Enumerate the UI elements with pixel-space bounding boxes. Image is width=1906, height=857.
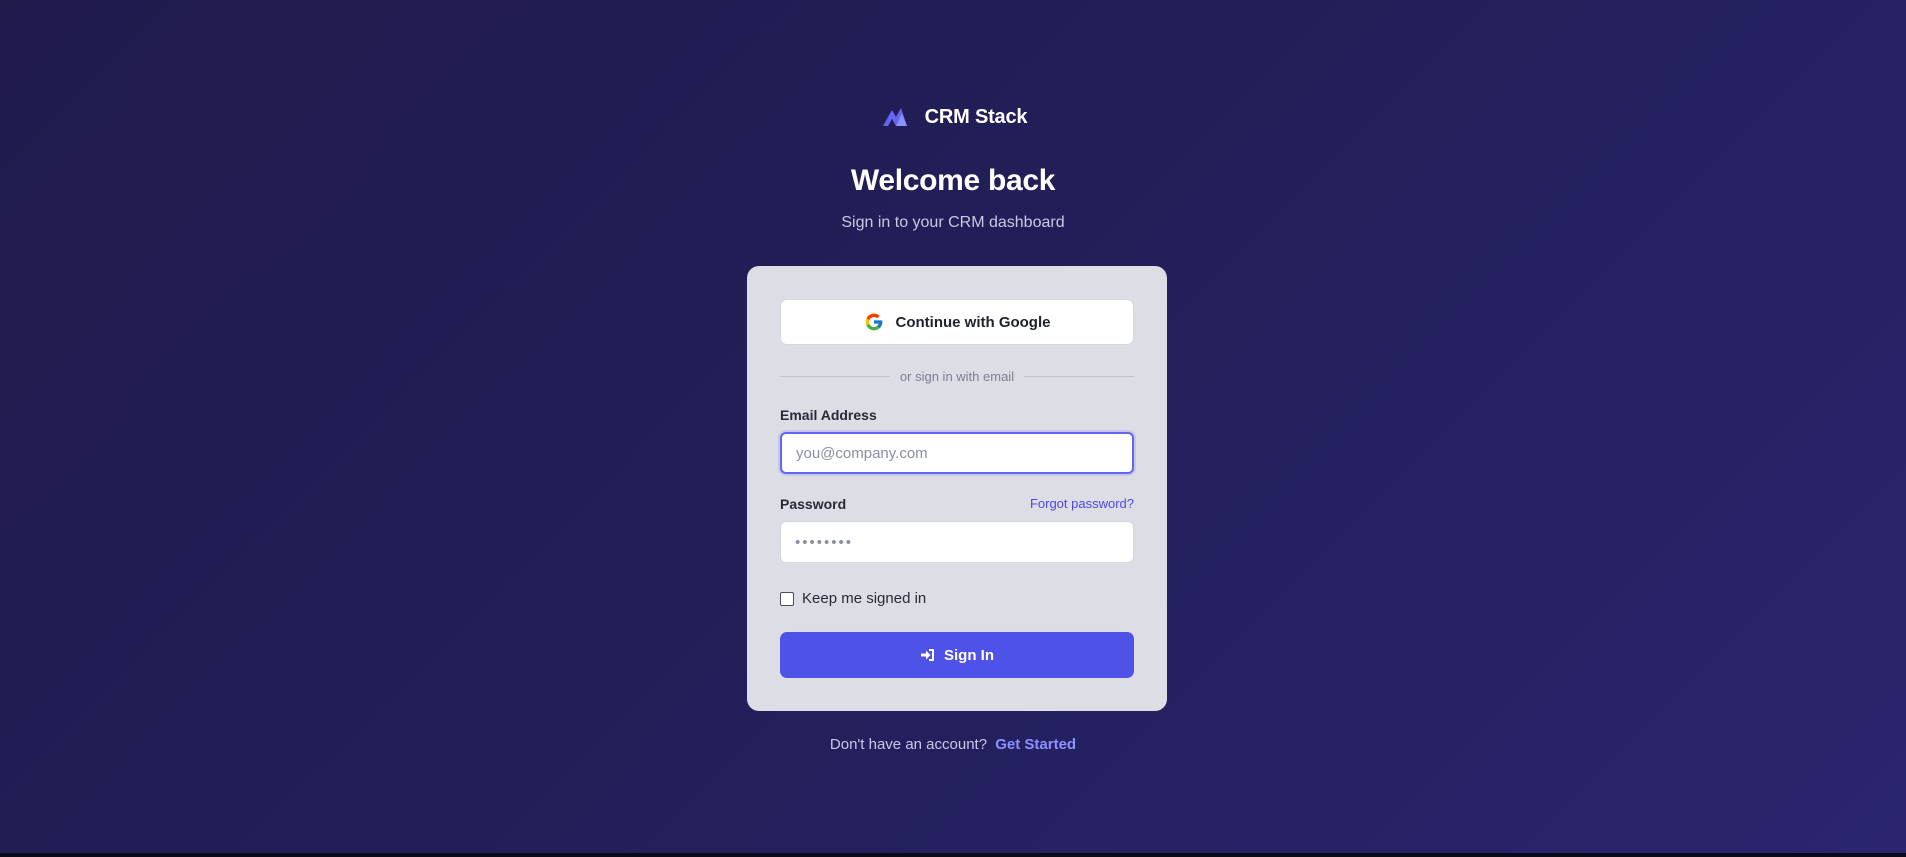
google-button-label: Continue with Google [895,313,1051,331]
keep-signed-in-option[interactable]: Keep me signed in [780,590,926,607]
get-started-link[interactable]: Get Started [995,736,1076,753]
brand-header: CRM Stack [0,104,1906,130]
forgot-password-link[interactable]: Forgot password? [1030,496,1134,511]
signup-prompt-text: Don't have an account? [829,736,988,753]
signup-prompt: Don't have an account? Get Started [0,736,1906,753]
page-title: Welcome back [850,164,1056,197]
email-field[interactable] [780,432,1134,474]
email-label: Email Address [780,407,877,423]
crm-stack-logo-icon [879,104,913,130]
google-icon [864,312,884,332]
divider-line-left [780,375,890,377]
continue-with-google-button[interactable]: Continue with Google [780,299,1134,345]
brand-name: CRM Stack [924,105,1028,128]
sign-in-icon [920,647,936,663]
password-label: Password [780,496,847,512]
sign-in-label: Sign In [944,646,994,664]
login-card: Continue with Google or sign in with ema… [747,266,1167,711]
page-subtitle: Sign in to your CRM dashboard [841,214,1065,231]
bottom-edge [0,853,1906,857]
keep-signed-in-checkbox[interactable] [780,591,794,606]
password-field[interactable] [780,521,1134,563]
divider-text: or sign in with email [899,368,1015,384]
email-divider: or sign in with email [780,367,1134,385]
sign-in-button[interactable]: Sign In [780,632,1134,678]
divider-line-right [1024,375,1134,377]
login-page: CRM Stack Welcome back Sign in to your C… [0,0,1906,853]
keep-signed-in-label: Keep me signed in [802,590,927,607]
